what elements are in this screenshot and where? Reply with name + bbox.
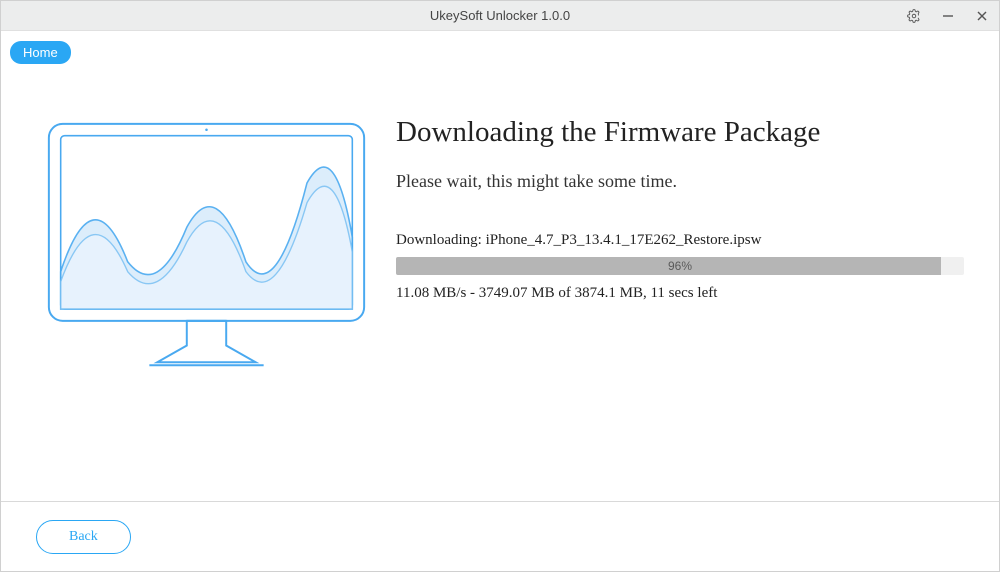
illustration xyxy=(31,114,381,501)
titlebar: UkeySoft Unlocker 1.0.0 xyxy=(1,1,999,31)
breadcrumb-row: Home xyxy=(1,41,999,69)
close-icon[interactable] xyxy=(965,1,999,31)
home-button-label: Home xyxy=(23,45,58,60)
footer: Back xyxy=(1,501,999,571)
home-button[interactable]: Home xyxy=(10,41,71,64)
info-panel: Downloading the Firmware Package Please … xyxy=(381,114,969,501)
minimize-icon[interactable] xyxy=(931,1,965,31)
progress-percent-label: 96% xyxy=(668,259,692,273)
back-button[interactable]: Back xyxy=(36,520,131,554)
main-content: Downloading the Firmware Package Please … xyxy=(1,69,999,501)
gear-icon[interactable] xyxy=(897,1,931,31)
back-button-label: Back xyxy=(69,529,98,544)
page-subtitle: Please wait, this might take some time. xyxy=(396,171,964,192)
download-filename: Downloading: iPhone_4.7_P3_13.4.1_17E262… xyxy=(396,232,964,249)
progress-bar: 96% xyxy=(396,257,964,275)
window-controls xyxy=(897,1,999,31)
monitor-graph-icon xyxy=(39,114,374,380)
download-status: 11.08 MB/s - 3749.07 MB of 3874.1 MB, 11… xyxy=(396,285,964,302)
page-title: Downloading the Firmware Package xyxy=(396,116,964,149)
window-title: UkeySoft Unlocker 1.0.0 xyxy=(1,8,999,23)
app-window: UkeySoft Unlocker 1.0.0 Home xyxy=(0,0,1000,572)
